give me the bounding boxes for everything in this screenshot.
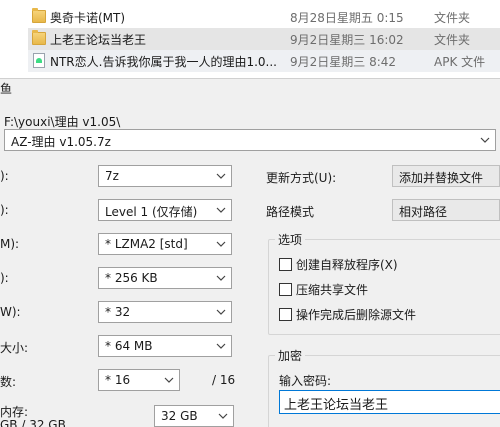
create-sfx-label: 创建自释放程序(X) <box>296 258 398 272</box>
word-size-label: W): <box>0 305 21 319</box>
file-date: 9月2日星期三 16:02 <box>290 33 404 47</box>
update-mode-select[interactable]: 添加并替换文件 <box>392 165 500 187</box>
checkbox[interactable] <box>279 258 292 271</box>
add-to-archive-dialog: 鱼 F:\youxi\理由 v1.05\ AZ-理由 v1.05.7z ): 7… <box>0 78 500 427</box>
password-label: 输入密码: <box>279 374 332 388</box>
password-value: 上老王论坛当老王 <box>284 398 389 413</box>
file-name: NTR恋人.告诉我你属于我一人的理由1.0... <box>50 55 277 69</box>
chevron-down-icon[interactable] <box>215 340 227 352</box>
file-type: 文件夹 <box>434 33 471 47</box>
chevron-down-icon[interactable] <box>215 238 227 250</box>
archive-format-select[interactable]: 7z <box>98 165 232 187</box>
delete-after-checkbox[interactable]: 操作完成后删除源文件 <box>279 306 416 323</box>
compression-method-select[interactable]: * LZMA2 [std] <box>98 233 232 255</box>
method-label: M): <box>0 237 20 251</box>
dictionary-label: ): <box>0 271 9 285</box>
solid-block-label: 大小: <box>0 341 29 355</box>
folder-icon <box>32 30 46 45</box>
compression-method-value: * LZMA2 [std] <box>105 237 188 251</box>
apk-file-icon <box>33 53 45 68</box>
compression-level-select[interactable]: Level 1 (仅存储) <box>98 199 232 221</box>
archive-path: F:\youxi\理由 v1.05\ <box>4 115 121 129</box>
path-mode-label: 路径模式 <box>266 205 315 219</box>
memory-usage: GB / 32 GB <box>0 418 66 427</box>
format-label: ): <box>0 169 9 183</box>
password-input[interactable]: 上老王论坛当老王 <box>279 390 500 414</box>
file-name: 上老王论坛当老王 <box>50 33 147 47</box>
level-label: ): <box>0 203 9 217</box>
chevron-down-icon[interactable] <box>215 170 227 182</box>
word-size-select[interactable]: * 32 <box>98 301 232 323</box>
path-mode-value: 相对路径 <box>399 205 448 219</box>
options-group: 选项 创建自释放程序(X) 压缩共享文件 操作完成后删除源文件 <box>268 231 500 335</box>
create-sfx-checkbox[interactable]: 创建自释放程序(X) <box>279 256 398 273</box>
compression-level-value: Level 1 (仅存储) <box>105 205 198 219</box>
file-row[interactable]: NTR恋人.告诉我你属于我一人的理由1.0... 9月2日星期三 8:42 AP… <box>28 50 500 72</box>
checkbox[interactable] <box>279 283 292 296</box>
archive-name-value: AZ-理由 v1.05.7z <box>11 135 111 149</box>
chevron-down-icon[interactable] <box>215 272 227 284</box>
file-type: 文件夹 <box>434 11 471 25</box>
chevron-down-icon[interactable] <box>163 374 175 386</box>
dictionary-size-value: * 256 KB <box>105 271 158 285</box>
solid-block-size-select[interactable]: * 64 MB <box>98 335 232 357</box>
path-mode-select[interactable]: 相对路径 <box>392 199 500 221</box>
file-list: 奥奇卡诺(MT) 8月28日星期五 0:15 文件夹 上老王论坛当老王 9月2日… <box>0 0 500 80</box>
dialog-title: 鱼 <box>0 82 13 96</box>
archive-format-value: 7z <box>105 169 119 183</box>
chevron-down-icon[interactable] <box>215 306 227 318</box>
chevron-down-icon[interactable] <box>215 204 227 216</box>
encryption-title: 加密 <box>275 347 306 364</box>
chevron-down-icon[interactable] <box>479 134 491 146</box>
file-row[interactable]: 上老王论坛当老王 9月2日星期三 16:02 文件夹 <box>28 28 500 50</box>
folder-icon <box>32 8 46 23</box>
file-row[interactable]: 奥奇卡诺(MT) 8月28日星期五 0:15 文件夹 <box>28 6 500 28</box>
checkbox[interactable] <box>279 308 292 321</box>
memory-usage-value: 32 GB <box>161 409 198 423</box>
dictionary-size-select[interactable]: * 256 KB <box>98 267 232 289</box>
compress-shared-checkbox[interactable]: 压缩共享文件 <box>279 281 368 298</box>
chevron-down-icon[interactable] <box>217 410 229 422</box>
threads-max: / 16 <box>212 373 236 387</box>
threads-label: 数: <box>0 375 17 389</box>
update-mode-value: 添加并替换文件 <box>399 171 484 185</box>
options-title: 选项 <box>275 231 306 248</box>
file-date: 9月2日星期三 8:42 <box>290 55 397 69</box>
delete-after-label: 操作完成后删除源文件 <box>296 308 417 322</box>
archive-name-combo[interactable]: AZ-理由 v1.05.7z <box>4 129 496 151</box>
file-date: 8月28日星期五 0:15 <box>290 11 404 25</box>
memory-usage-select[interactable]: 32 GB <box>154 405 234 427</box>
compress-shared-label: 压缩共享文件 <box>296 283 369 297</box>
update-mode-label: 更新方式(U): <box>266 171 337 185</box>
cpu-threads-select[interactable]: * 16 <box>98 369 180 391</box>
solid-block-size-value: * 64 MB <box>105 339 153 353</box>
cpu-threads-value: * 16 <box>105 373 131 387</box>
word-size-value: * 32 <box>105 305 131 319</box>
file-name: 奥奇卡诺(MT) <box>50 11 126 25</box>
encryption-group: 加密 输入密码: 上老王论坛当老王 <box>268 347 500 427</box>
file-type: APK 文件 <box>434 55 486 69</box>
